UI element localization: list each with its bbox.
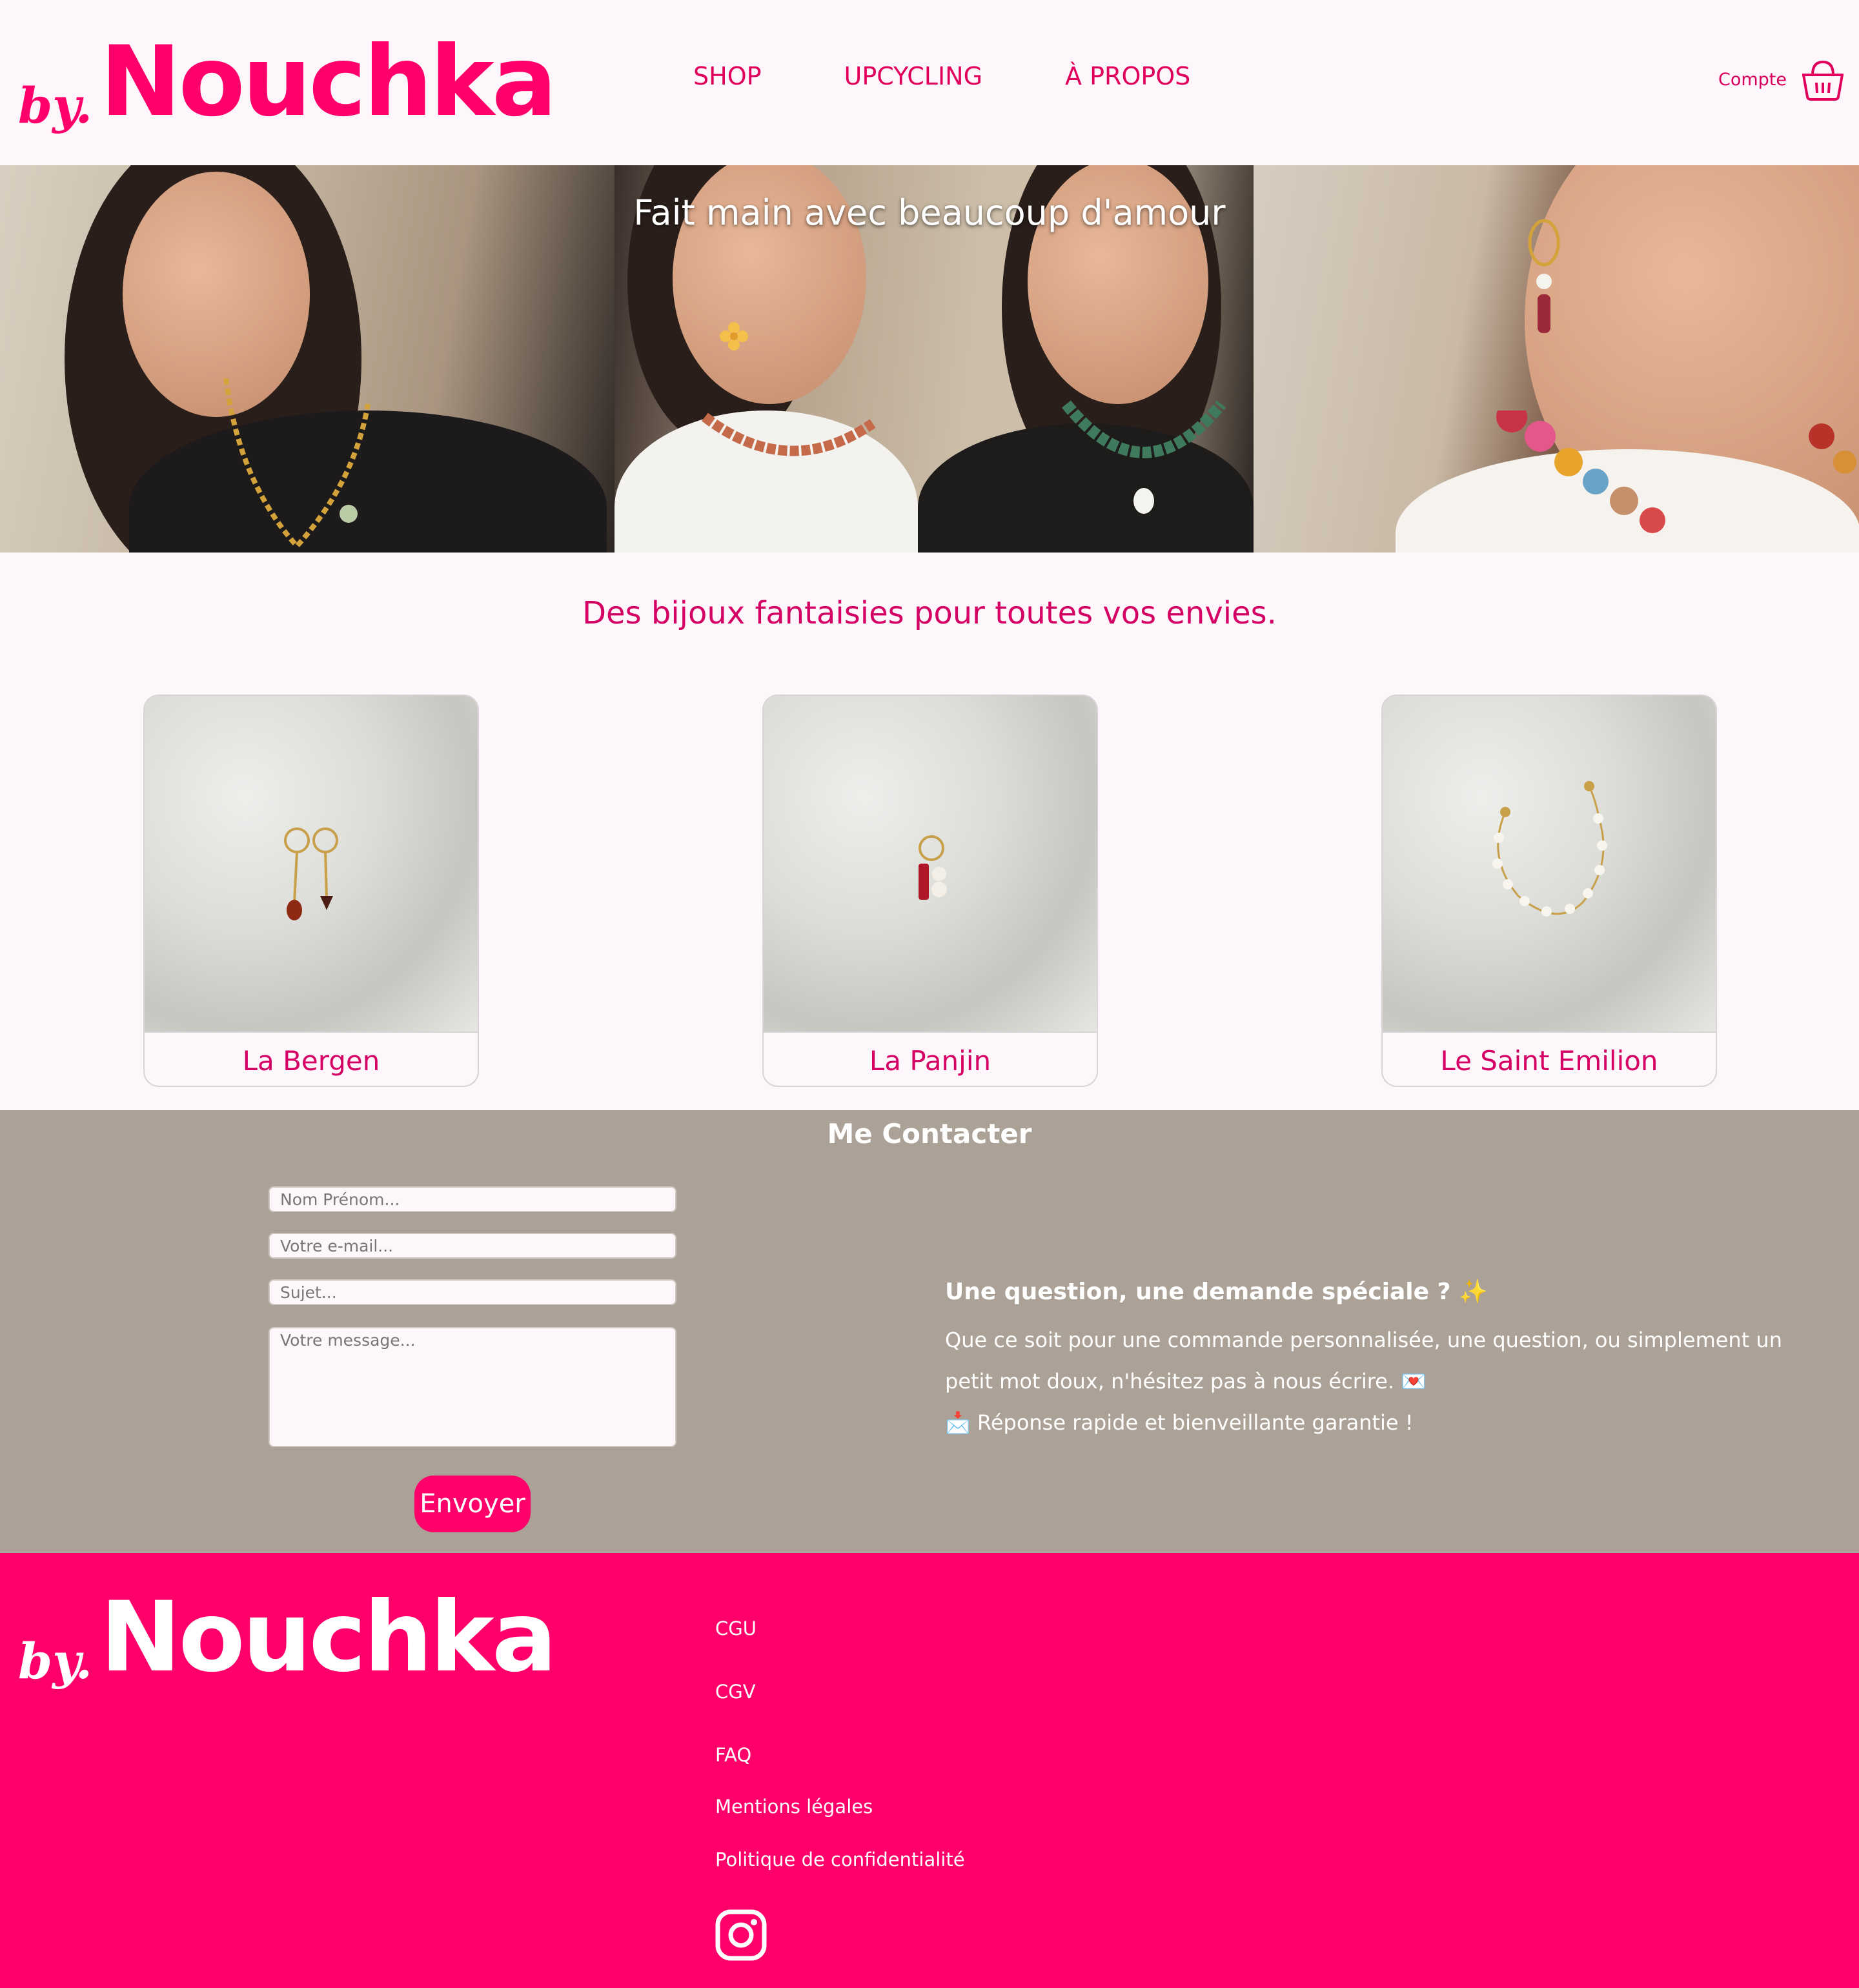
site-footer: by. Nouchka CGU CGV FAQ Mentions légales… [0, 1553, 1859, 1988]
product-image[interactable] [764, 696, 1097, 1031]
footer-link-privacy[interactable]: Politique de confidentialité [715, 1849, 965, 1871]
nav-upcycling[interactable]: UPCYCLING [844, 62, 983, 90]
product-image[interactable] [1383, 696, 1716, 1031]
footer-link-cgv[interactable]: CGV [715, 1681, 756, 1703]
account-link[interactable]: Compte [1718, 70, 1787, 90]
product-image[interactable] [145, 696, 478, 1031]
logo-by: by. [18, 77, 93, 134]
product-name[interactable]: La Bergen [145, 1031, 478, 1086]
send-button[interactable]: Envoyer [414, 1476, 531, 1532]
message-field[interactable]: Votre message... [269, 1327, 676, 1447]
contact-question: Une question, une demande spéciale ? ✨ [945, 1279, 1488, 1305]
product-card[interactable]: La Panjin [762, 695, 1098, 1087]
brand-logo[interactable]: by. Nouchka [18, 26, 557, 138]
product-card[interactable]: Le Saint Emilion [1381, 695, 1717, 1087]
contact-section: Me Contacter Nom Prénom... Votre e-mail.… [0, 1110, 1859, 1553]
footer-link-faq[interactable]: FAQ [715, 1744, 751, 1766]
contact-info: Une question, une demande spéciale ? ✨ Q… [945, 1278, 1836, 1443]
product-card[interactable]: La Bergen [143, 695, 479, 1087]
logo-by: by. [18, 1632, 93, 1690]
contact-text-2: 📩 Réponse rapide et bienveillante garant… [945, 1410, 1414, 1435]
main-nav: SHOP UPCYCLING À PROPOS [693, 62, 1273, 90]
contact-title: Me Contacter [827, 1118, 1032, 1150]
email-field[interactable]: Votre e-mail... [269, 1233, 676, 1259]
product-name[interactable]: Le Saint Emilion [1383, 1031, 1716, 1086]
name-field[interactable]: Nom Prénom... [269, 1186, 676, 1212]
logo-name: Nouchka [100, 26, 557, 138]
contact-text-1: Que ce soit pour une commande personnali… [945, 1328, 1782, 1394]
subject-field[interactable]: Sujet... [269, 1279, 676, 1305]
footer-logo[interactable]: by. Nouchka [18, 1581, 557, 1694]
tagline: Des bijoux fantaisies pour toutes vos en… [582, 595, 1277, 631]
nav-shop[interactable]: SHOP [693, 62, 762, 90]
nav-about[interactable]: À PROPOS [1065, 62, 1190, 90]
hero-caption: Fait main avec beaucoup d'amour [633, 192, 1226, 233]
product-name[interactable]: La Panjin [764, 1031, 1097, 1086]
footer-link-legal[interactable]: Mentions légales [715, 1796, 873, 1818]
instagram-icon[interactable] [715, 1909, 767, 1961]
site-header: by. Nouchka SHOP UPCYCLING À PROPOS Comp… [0, 0, 1859, 165]
footer-link-cgu[interactable]: CGU [715, 1618, 757, 1639]
logo-name: Nouchka [100, 1581, 557, 1694]
basket-icon[interactable] [1800, 57, 1846, 103]
